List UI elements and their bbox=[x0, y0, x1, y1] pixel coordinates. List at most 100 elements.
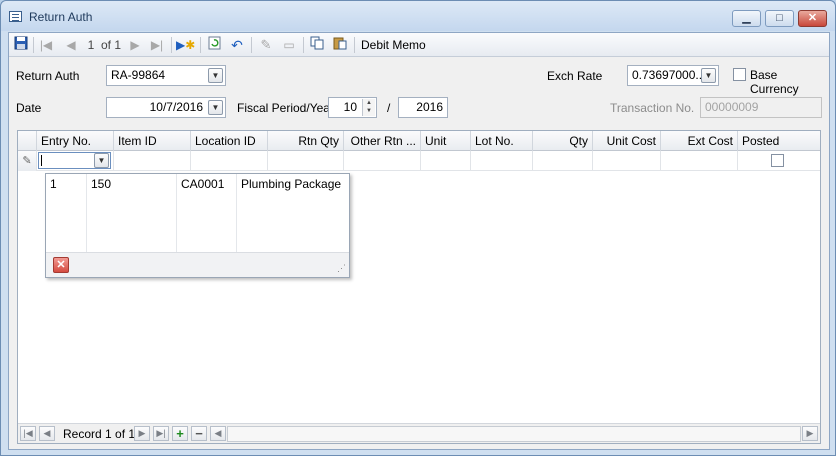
chevron-down-icon[interactable]: ▼ bbox=[701, 68, 716, 83]
popup-cell[interactable]: CA0001 bbox=[177, 174, 237, 252]
column-header[interactable]: Rtn Qty bbox=[268, 131, 344, 151]
record-of-label: of 1 bbox=[100, 38, 121, 52]
copy-icon[interactable] bbox=[309, 36, 325, 54]
column-header[interactable]: Posted bbox=[738, 131, 820, 151]
period-value: 10 bbox=[343, 100, 357, 114]
column-header[interactable]: Qty bbox=[533, 131, 593, 151]
minimize-button[interactable]: ▁ bbox=[732, 10, 761, 27]
close-icon[interactable]: ✕ bbox=[53, 257, 69, 273]
chevron-down-icon[interactable]: ▼ bbox=[208, 68, 223, 83]
rtn-qty-cell[interactable] bbox=[268, 151, 344, 171]
column-header[interactable]: Unit bbox=[421, 131, 471, 151]
resize-grip-icon[interactable]: ⋰ bbox=[337, 263, 346, 274]
location-id-cell[interactable] bbox=[191, 151, 268, 171]
first-record-icon[interactable]: |◀ bbox=[20, 426, 36, 441]
return-auth-label: Return Auth bbox=[16, 69, 80, 83]
paste-icon[interactable] bbox=[332, 36, 348, 54]
new-record-icon[interactable]: ▶✱ bbox=[176, 36, 195, 54]
popup-cell[interactable]: Plumbing Package bbox=[237, 174, 349, 252]
record-navigator: |◀ ◀ Record 1 of 1 ▶ ▶| + − ◀ ▶ bbox=[18, 423, 820, 443]
scroll-right-icon[interactable]: ▶ bbox=[802, 426, 818, 441]
client-area: |◀ ◀ 1 of 1 ▶ ▶| ▶✱ ↶ ✎ ▭ Debit Memo Ret… bbox=[8, 32, 830, 450]
chevron-down-icon[interactable]: ▼ bbox=[94, 153, 109, 168]
year-field[interactable]: 2016 bbox=[398, 97, 448, 118]
new-entry-row[interactable]: ✎ ▼ bbox=[18, 151, 820, 171]
window-title: Return Auth bbox=[29, 10, 93, 24]
base-currency-checkbox[interactable] bbox=[733, 68, 746, 81]
debit-memo-button[interactable]: Debit Memo bbox=[361, 36, 429, 54]
save-icon[interactable] bbox=[12, 36, 30, 54]
entry-no-combo[interactable]: ▼ bbox=[38, 152, 111, 169]
popup-cell[interactable]: 1 bbox=[46, 174, 87, 252]
record-position: 1 bbox=[87, 38, 95, 52]
toolbar-separator bbox=[171, 37, 172, 53]
return-auth-value: RA-99864 bbox=[111, 68, 166, 82]
form-window-icon bbox=[9, 11, 22, 22]
last-record-icon[interactable]: ▶| bbox=[153, 426, 169, 441]
column-header[interactable]: Ext Cost bbox=[661, 131, 738, 151]
text-cursor bbox=[41, 155, 42, 166]
last-record-icon[interactable]: ▶| bbox=[149, 36, 165, 54]
return-auth-combo[interactable]: RA-99864 ▼ bbox=[106, 65, 226, 86]
other-rtn-cell[interactable] bbox=[344, 151, 421, 171]
spin-down-icon[interactable]: ▼ bbox=[363, 107, 375, 115]
maximize-button[interactable]: □ bbox=[765, 10, 794, 27]
date-field[interactable]: 10/7/2016 ▼ bbox=[106, 97, 226, 118]
first-record-icon[interactable]: |◀ bbox=[39, 36, 53, 54]
toolbar-separator bbox=[303, 37, 304, 53]
entry-dropdown-popup: 1 150 CA0001 Plumbing Package ✕ ⋰ bbox=[45, 173, 350, 278]
toolbar-separator bbox=[200, 37, 201, 53]
pencil-icon[interactable]: ✎ bbox=[258, 36, 274, 54]
card-icon[interactable]: ▭ bbox=[281, 36, 297, 54]
unit-cost-cell[interactable] bbox=[593, 151, 661, 171]
spin-buttons[interactable]: ▲ ▼ bbox=[362, 99, 375, 116]
record-count-text: Record 1 of 1 bbox=[63, 427, 136, 441]
transaction-no-label: Transaction No. bbox=[610, 101, 695, 115]
add-record-button[interactable]: + bbox=[172, 426, 188, 441]
scroll-left-icon[interactable]: ◀ bbox=[210, 426, 226, 441]
date-label: Date bbox=[16, 101, 42, 115]
lot-no-cell[interactable] bbox=[471, 151, 533, 171]
column-header[interactable]: Location ID bbox=[191, 131, 268, 151]
exch-rate-combo[interactable]: 0.73697000... ▼ bbox=[627, 65, 719, 86]
popup-cell[interactable]: 150 bbox=[87, 174, 177, 252]
ext-cost-cell[interactable] bbox=[661, 151, 738, 171]
next-record-icon[interactable]: ▶ bbox=[128, 36, 142, 54]
column-header[interactable]: Lot No. bbox=[471, 131, 533, 151]
refresh-icon[interactable] bbox=[206, 36, 222, 54]
year-value: 2016 bbox=[416, 100, 443, 114]
previous-record-icon[interactable]: ◀ bbox=[64, 36, 78, 54]
undo-icon[interactable]: ↶ bbox=[229, 36, 245, 54]
toolbar: |◀ ◀ 1 of 1 ▶ ▶| ▶✱ ↶ ✎ ▭ Debit Memo bbox=[9, 33, 829, 57]
qty-cell[interactable] bbox=[533, 151, 593, 171]
unit-cell[interactable] bbox=[421, 151, 471, 171]
title-bar: Return Auth ▁ □ ✕ bbox=[1, 1, 835, 31]
grid-header: Entry No. Item ID Location ID Rtn Qty Ot… bbox=[18, 131, 820, 151]
delete-record-button[interactable]: − bbox=[191, 426, 207, 441]
horizontal-scrollbar[interactable] bbox=[227, 426, 801, 442]
column-header[interactable]: Item ID bbox=[114, 131, 191, 151]
posted-checkbox[interactable] bbox=[771, 154, 784, 167]
column-header[interactable]: Other Rtn ... bbox=[344, 131, 421, 151]
base-currency-label: Base Currency bbox=[750, 68, 799, 96]
chevron-down-icon[interactable]: ▼ bbox=[208, 100, 223, 115]
close-window-button[interactable]: ✕ bbox=[798, 10, 827, 27]
toolbar-separator bbox=[354, 37, 355, 53]
toolbar-separator bbox=[251, 37, 252, 53]
entry-no-cell[interactable]: ▼ bbox=[37, 151, 114, 171]
transaction-no-field: 00000009 bbox=[700, 97, 822, 118]
period-stepper[interactable]: 10 ▲ ▼ bbox=[328, 97, 377, 118]
row-indicator-header bbox=[18, 131, 37, 151]
column-header[interactable]: Unit Cost bbox=[593, 131, 661, 151]
column-header[interactable]: Entry No. bbox=[37, 131, 114, 151]
next-record-icon[interactable]: ▶ bbox=[134, 426, 150, 441]
spin-up-icon[interactable]: ▲ bbox=[363, 99, 375, 107]
exch-rate-label: Exch Rate bbox=[547, 69, 603, 83]
date-value: 10/7/2016 bbox=[149, 100, 203, 114]
item-id-cell[interactable] bbox=[114, 151, 191, 171]
posted-cell[interactable] bbox=[738, 151, 820, 171]
period-year-separator: / bbox=[387, 101, 391, 115]
edit-row-indicator-icon: ✎ bbox=[18, 151, 37, 171]
previous-record-icon[interactable]: ◀ bbox=[39, 426, 55, 441]
popup-footer: ✕ ⋰ bbox=[46, 252, 349, 277]
